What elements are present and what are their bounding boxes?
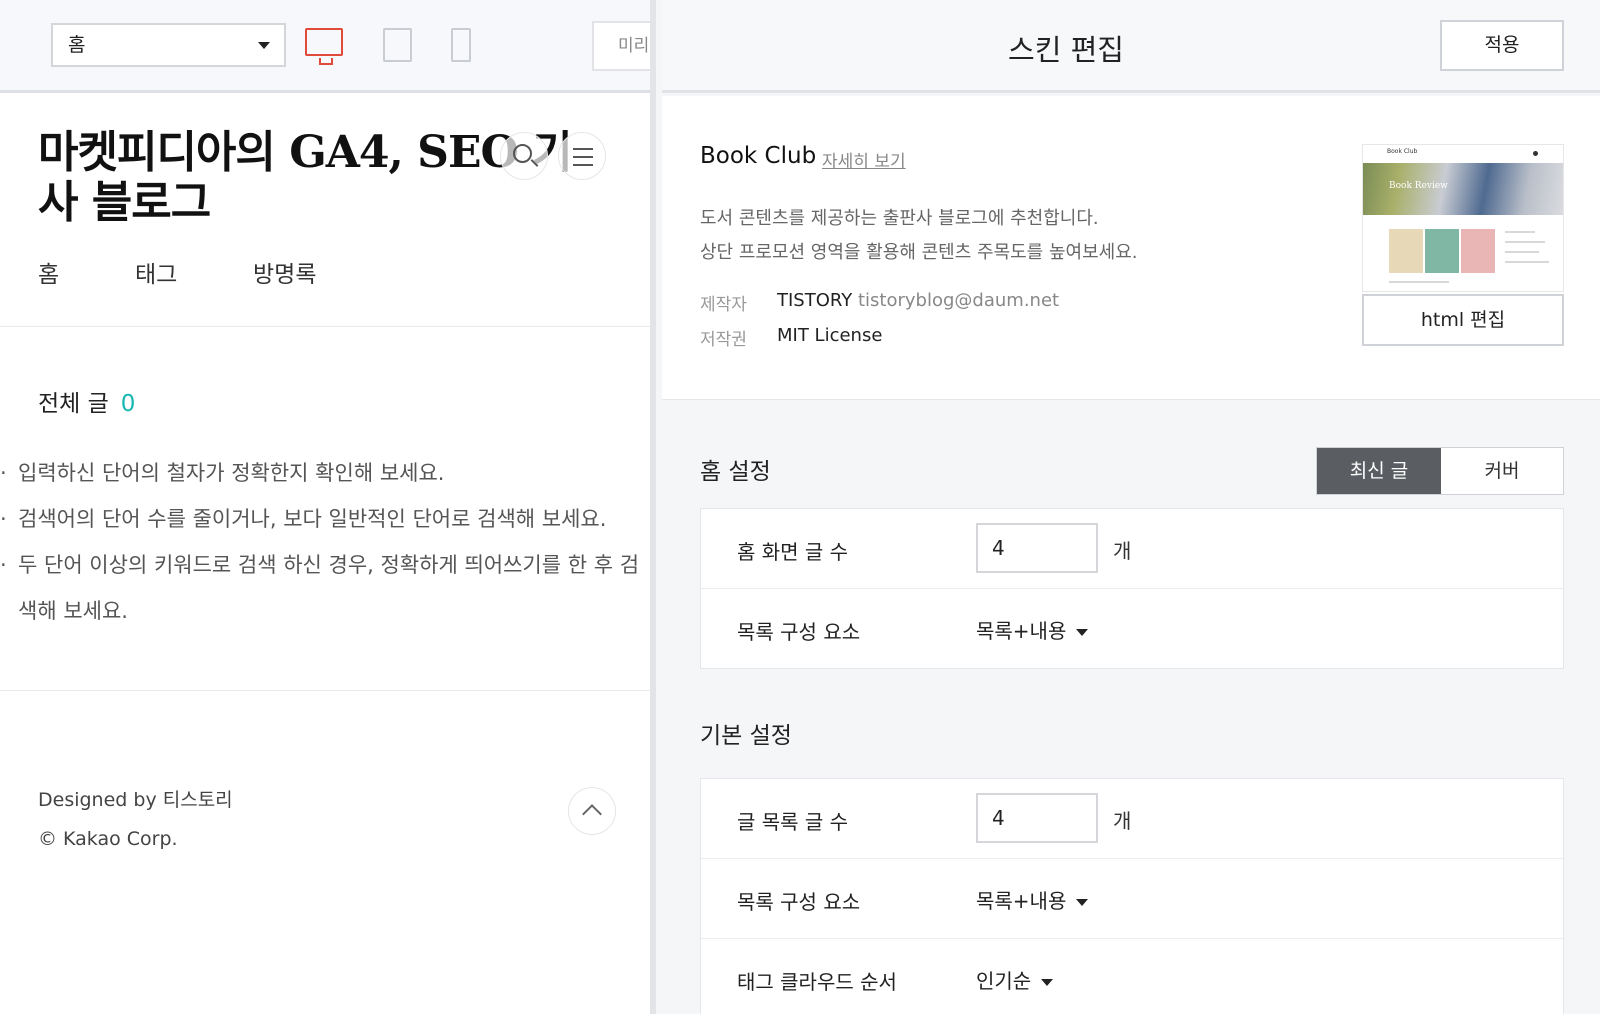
thumbnail-header: Book Club	[1363, 145, 1563, 163]
chevron-down-icon	[1076, 899, 1089, 906]
hamburger-icon-line	[573, 164, 593, 166]
skin-thumbnail: Book Club Book Review	[1362, 144, 1564, 292]
nav-tag[interactable]: 태그	[135, 255, 177, 289]
home-type-latest[interactable]: 최신 글	[1317, 448, 1441, 494]
thumbnail-dot	[1533, 151, 1538, 156]
home-post-count-row: 홈 화면 글 수 개	[701, 509, 1563, 589]
scroll-top-button[interactable]	[568, 787, 616, 835]
page-select[interactable]: 홈	[51, 23, 286, 67]
thumbnail-line	[1505, 231, 1535, 233]
apply-button[interactable]: 적용	[1440, 20, 1564, 71]
blog-preview-panel: 홈 미리보기 마켓피디아의 GA4, SEO 기사 블로그 홈 태그 방명록 전…	[0, 0, 656, 1014]
thumbnail-line	[1505, 251, 1539, 253]
skin-info: Book Club 자세히 보기 도서 콘텐츠를 제공하는 출판사 블로그에 추…	[662, 96, 1600, 400]
list-composition-value: 목록+내용	[976, 889, 1067, 913]
home-settings-title: 홈 설정	[700, 459, 771, 485]
tag-cloud-order-select[interactable]: 인기순	[976, 965, 1054, 994]
total-posts: 전체 글 0	[38, 384, 135, 418]
desktop-view-icon[interactable]	[305, 28, 343, 65]
home-type-toggle: 최신 글 커버	[1316, 447, 1564, 495]
tablet-view-icon[interactable]	[383, 28, 412, 62]
search-tip: 검색어의 단어 수를 줄이거나, 보다 일반적인 단어로 검색해 보세요.	[0, 496, 640, 542]
skin-details-link[interactable]: 자세히 보기	[822, 147, 906, 172]
nav-home[interactable]: 홈	[38, 255, 59, 289]
mobile-view-icon[interactable]	[451, 28, 471, 62]
tag-cloud-order-value: 인기순	[976, 969, 1032, 993]
chevron-down-icon	[1041, 979, 1054, 986]
thumbnail-banner: Book Review	[1363, 163, 1563, 215]
chevron-up-icon	[582, 804, 602, 824]
thumbnail-banner-text: Book Review	[1389, 181, 1448, 191]
footer-copyright: © Kakao Corp.	[38, 828, 178, 850]
divider	[0, 690, 650, 691]
search-button[interactable]	[500, 132, 548, 180]
basic-settings-box: 글 목록 글 수 개 목록 구성 요소 목록+내용 태그 클라우드 순서 인기순	[700, 778, 1564, 1014]
divider	[0, 326, 650, 327]
tag-cloud-order-row: 태그 클라우드 순서 인기순	[701, 939, 1563, 1014]
license-label: 저작권	[700, 330, 747, 350]
license-value: MIT License	[777, 325, 883, 346]
thumbnail-line	[1505, 261, 1549, 263]
list-post-count-unit: 개	[1113, 809, 1132, 833]
home-list-composition-label: 목록 구성 요소	[737, 620, 861, 644]
home-settings-box: 홈 화면 글 수 개 목록 구성 요소 목록+내용	[700, 508, 1564, 669]
home-list-composition-select[interactable]: 목록+내용	[976, 615, 1089, 644]
total-posts-count: 0	[120, 391, 136, 417]
hamburger-icon-line	[573, 156, 593, 158]
thumbnail-brand: Book Club	[1387, 148, 1418, 155]
preview-toolbar: 홈 미리보기	[0, 0, 650, 93]
list-composition-row: 목록 구성 요소 목록+내용	[701, 859, 1563, 939]
list-post-count-row: 글 목록 글 수 개	[701, 779, 1563, 859]
list-post-count-label: 글 목록 글 수	[737, 810, 849, 834]
page-select-value: 홈	[68, 34, 86, 56]
editor-header: 스킨 편집 적용	[662, 0, 1600, 93]
home-list-composition-value: 목록+내용	[976, 619, 1067, 643]
home-type-cover[interactable]: 커버	[1441, 448, 1563, 494]
home-post-count-input[interactable]	[976, 523, 1098, 573]
menu-button[interactable]	[558, 132, 606, 180]
skin-editor-panel: 스킨 편집 적용 Book Club 자세히 보기 도서 콘텐츠를 제공하는 출…	[662, 0, 1600, 1014]
chevron-down-icon	[1076, 629, 1089, 636]
list-post-count-input[interactable]	[976, 793, 1098, 843]
search-icon-handle	[530, 159, 539, 167]
home-post-count-unit: 개	[1113, 539, 1132, 563]
search-tip: 두 단어 이상의 키워드로 검색 하신 경우, 정확하게 띄어쓰기를 한 후 검…	[0, 542, 640, 634]
thumbnail-line	[1505, 241, 1545, 243]
home-list-composition-row: 목록 구성 요소 목록+내용	[701, 589, 1563, 669]
thumbnail-line	[1389, 281, 1449, 283]
search-tips: 입력하신 단어의 철자가 정확한지 확인해 보세요. 검색어의 단어 수를 줄이…	[0, 450, 640, 634]
tag-cloud-order-label: 태그 클라우드 순서	[737, 970, 897, 994]
maker-label: 제작자	[700, 295, 747, 315]
list-composition-select[interactable]: 목록+내용	[976, 885, 1089, 914]
hamburger-icon	[573, 148, 593, 150]
footer-designed-by: Designed by 티스토리	[38, 789, 233, 811]
basic-settings-title: 기본 설정	[700, 723, 792, 749]
search-icon	[513, 144, 532, 163]
preview-button[interactable]: 미리보기	[592, 21, 650, 71]
thumbnail-card	[1425, 229, 1459, 273]
nav-guestbook[interactable]: 방명록	[253, 255, 316, 289]
home-post-count-label: 홈 화면 글 수	[737, 540, 849, 564]
search-tip: 입력하신 단어의 철자가 정확한지 확인해 보세요.	[0, 450, 640, 496]
maker-value: TISTORY	[777, 290, 853, 311]
thumbnail-card	[1389, 229, 1423, 273]
chevron-down-icon	[258, 42, 270, 49]
thumbnail-card	[1461, 229, 1495, 273]
skin-name: Book Club	[700, 143, 817, 169]
editor-title: 스킨 편집	[1008, 33, 1124, 67]
skin-description: 상단 프로모션 영역을 활용해 콘텐츠 주목도를 높여보세요.	[700, 242, 1138, 263]
total-posts-label: 전체 글	[38, 391, 109, 417]
maker-email: tistoryblog@daum.net	[858, 290, 1060, 311]
list-composition-label: 목록 구성 요소	[737, 890, 861, 914]
html-edit-button[interactable]: html 편집	[1362, 294, 1564, 346]
skin-description: 도서 콘텐츠를 제공하는 출판사 블로그에 추천합니다.	[700, 208, 1099, 229]
